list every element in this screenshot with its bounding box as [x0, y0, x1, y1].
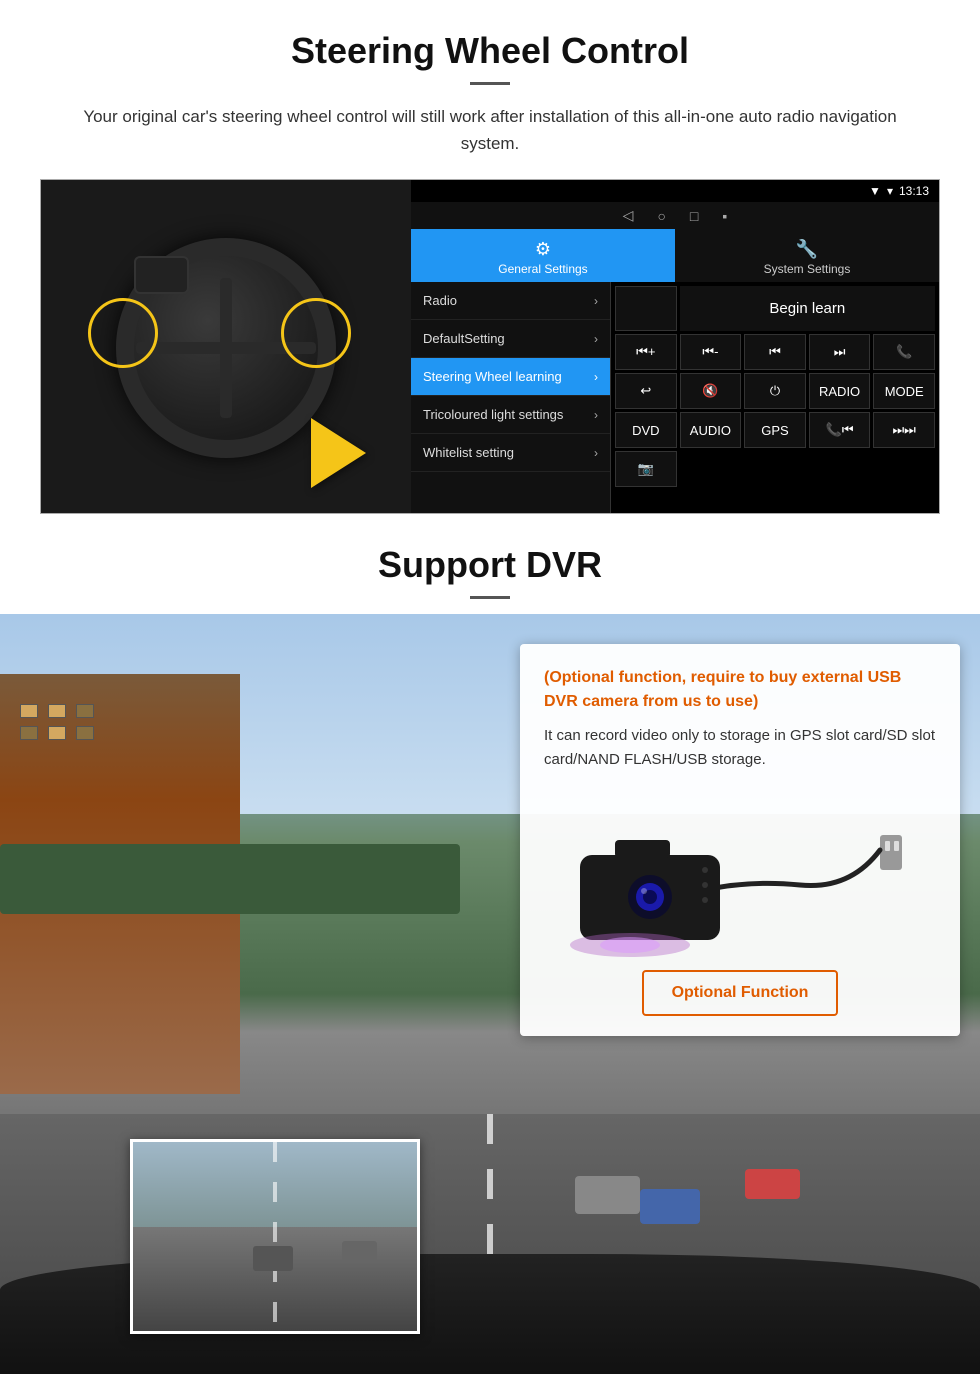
ctrl-dvd[interactable]: DVD: [615, 412, 677, 448]
nav-back-icon[interactable]: ◁: [623, 207, 634, 224]
status-wifi: ▾: [887, 184, 893, 198]
chevron-right-icon: ›: [594, 294, 598, 308]
usb-prong1: [885, 841, 890, 851]
menu-item-tricoloured[interactable]: Tricoloured light settings ›: [411, 396, 610, 434]
dvr-camera-illustration: [544, 790, 936, 970]
chevron-right-icon: ›: [594, 408, 598, 422]
tab-general-settings[interactable]: ⚙ General Settings: [411, 229, 675, 282]
ctrl-mode[interactable]: MODE: [873, 373, 935, 409]
menu-tricoloured-label: Tricoloured light settings: [423, 407, 563, 422]
led-3: [702, 897, 708, 903]
camera-svg: [550, 795, 930, 965]
ctrl-mute[interactable]: 🔇: [680, 373, 742, 409]
wheel-graphic: [56, 188, 396, 508]
menu-item-default-setting[interactable]: DefaultSetting ›: [411, 320, 610, 358]
chevron-right-icon: ›: [594, 332, 598, 346]
dvr-header: Support DVR: [0, 514, 980, 614]
tab-system-label: System Settings: [764, 262, 851, 276]
status-signal: ▼: [869, 184, 881, 198]
dvr-title: Support DVR: [40, 544, 940, 586]
nav-home-icon[interactable]: ○: [657, 208, 665, 224]
menu-whitelist-label: Whitelist setting: [423, 445, 514, 460]
highlight-circle-left: [88, 298, 158, 368]
ctrl-radio[interactable]: RADIO: [809, 373, 871, 409]
status-time: 13:13: [899, 184, 929, 198]
ctrl-phone-prev[interactable]: 📞⏮: [809, 412, 871, 448]
ctrl-audio[interactable]: AUDIO: [680, 412, 742, 448]
usb-body: [880, 835, 902, 870]
optional-note: (Optional function, require to buy exter…: [544, 666, 936, 714]
hedge-row: [0, 844, 460, 914]
cam-bump: [615, 840, 670, 858]
building-windows: [20, 704, 96, 740]
menu-radio-label: Radio: [423, 293, 457, 308]
title-divider: [470, 82, 510, 85]
inset-road-scene: [133, 1142, 417, 1331]
inset-road-line: [273, 1142, 277, 1331]
ctrl-phone[interactable]: 📞: [873, 334, 935, 370]
ctrl-vol-down[interactable]: ⏮-: [680, 334, 742, 370]
placeholder-cell: [615, 286, 677, 331]
settings-menu-list: Radio › DefaultSetting › Steering Wheel …: [411, 282, 611, 513]
wheel-spoke-vertical: [220, 278, 232, 418]
steering-demo-panel: ▼ ▾ 13:13 ◁ ○ □ ▪ ⚙ General Settings 🔧 S…: [40, 179, 940, 514]
wheel-center-hub: [134, 256, 189, 294]
dvr-infobox: (Optional function, require to buy exter…: [520, 644, 960, 1036]
highlight-circle-right: [281, 298, 351, 368]
ctrl-camera[interactable]: 📷: [615, 451, 677, 487]
steering-title: Steering Wheel Control: [40, 30, 940, 72]
chevron-right-icon: ›: [594, 446, 598, 460]
cam-glow2: [600, 937, 660, 953]
yellow-arrow: [311, 418, 366, 488]
android-ui-panel: ▼ ▾ 13:13 ◁ ○ □ ▪ ⚙ General Settings 🔧 S…: [411, 180, 939, 513]
menu-item-radio[interactable]: Radio ›: [411, 282, 610, 320]
steering-section: Steering Wheel Control Your original car…: [0, 0, 980, 514]
arrow-indicator: [311, 418, 366, 488]
car-blue: [640, 1189, 700, 1224]
tab-general-label: General Settings: [498, 262, 587, 276]
dvr-inset-photo: [130, 1139, 420, 1334]
menu-steering-label: Steering Wheel learning: [423, 369, 562, 384]
menu-default-label: DefaultSetting: [423, 331, 505, 346]
optional-function-button[interactable]: Optional Function: [642, 970, 839, 1016]
ctrl-vol-up[interactable]: ⏮+: [615, 334, 677, 370]
car-red: [745, 1169, 800, 1199]
settings-content: Radio › DefaultSetting › Steering Wheel …: [411, 282, 939, 513]
nav-recent-icon[interactable]: □: [690, 208, 698, 224]
inset-car2: [342, 1241, 377, 1261]
car-grey: [575, 1176, 640, 1214]
general-settings-icon: ⚙: [535, 239, 551, 260]
tab-system-settings[interactable]: 🔧 System Settings: [675, 229, 939, 282]
dvr-desc: It can record video only to storage in G…: [544, 724, 936, 772]
begin-learn-button[interactable]: Begin learn: [680, 286, 935, 331]
led-1: [702, 867, 708, 873]
ctrl-prev[interactable]: ⏮: [744, 334, 806, 370]
ctrl-back[interactable]: ↩: [615, 373, 677, 409]
steering-control-panel: Begin learn ⏮+ ⏮- ⏮ ⏭ 📞 ↩ 🔇 ⏻ RADIO MODE…: [611, 282, 939, 513]
cam-lens-glare: [641, 888, 647, 894]
ctrl-next[interactable]: ⏭: [809, 334, 871, 370]
inset-car: [253, 1246, 293, 1271]
ctrl-next-alt[interactable]: ⏭⏭: [873, 412, 935, 448]
android-nav-bar: ◁ ○ □ ▪: [411, 202, 939, 229]
dvr-section: Support DVR: [0, 514, 980, 1374]
chevron-right-icon: ›: [594, 370, 598, 384]
android-statusbar: ▼ ▾ 13:13: [411, 180, 939, 202]
usb-prong2: [894, 841, 899, 851]
cable-path: [705, 850, 880, 890]
ctrl-gps[interactable]: GPS: [744, 412, 806, 448]
dvr-scene: (Optional function, require to buy exter…: [0, 614, 980, 1374]
menu-item-steering-wheel[interactable]: Steering Wheel learning ›: [411, 358, 610, 396]
menu-item-whitelist[interactable]: Whitelist setting ›: [411, 434, 610, 472]
steering-subtitle: Your original car's steering wheel contr…: [60, 103, 920, 157]
nav-menu-icon[interactable]: ▪: [722, 208, 727, 224]
dvr-title-divider: [470, 596, 510, 599]
steering-photo: [41, 180, 411, 514]
ctrl-power[interactable]: ⏻: [744, 373, 806, 409]
settings-tabs: ⚙ General Settings 🔧 System Settings: [411, 229, 939, 282]
led-2: [702, 882, 708, 888]
system-settings-icon: 🔧: [796, 239, 818, 260]
